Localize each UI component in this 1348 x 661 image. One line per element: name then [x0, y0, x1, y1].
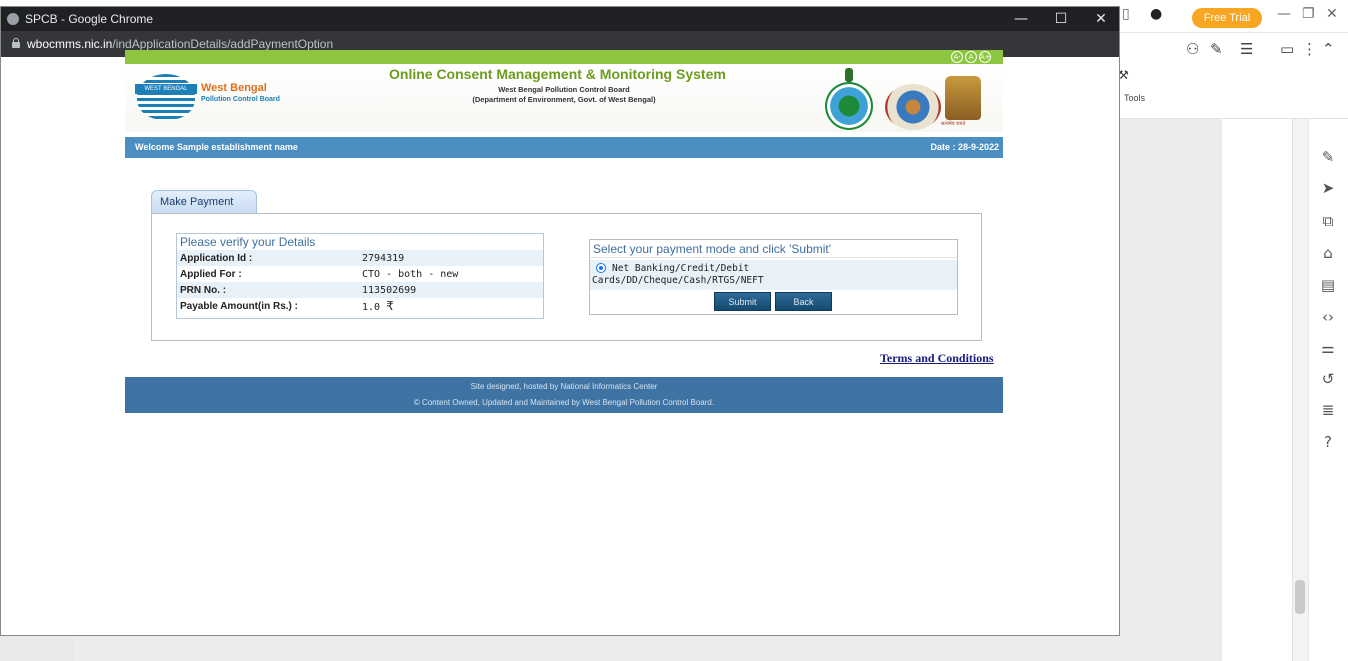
right-tool-sidebar — [1308, 119, 1348, 661]
amount-value: 1.0 — [362, 302, 381, 313]
globe-icon — [137, 74, 195, 120]
biswa-bangla-emblem-icon — [825, 82, 873, 130]
document-margin — [1222, 119, 1292, 661]
table-row: PRN No. : 113502699 — [177, 282, 543, 298]
logo-state: West Bengal — [201, 82, 267, 94]
code-icon[interactable]: ‹› — [1318, 307, 1338, 327]
chrome-favicon-icon — [7, 13, 19, 25]
row-value: 1.0 ₹ — [359, 298, 543, 314]
footer-line-2: © Content Owned, Updated and Maintained … — [413, 398, 715, 407]
payment-panel: Please verify your Details Application I… — [151, 213, 982, 341]
details-table: Application Id : 2794319 Applied For : C… — [177, 250, 543, 314]
header-subtitle-1: West Bengal Pollution Control Board — [498, 85, 630, 94]
emblem-motto: सत्यमेव जयते — [941, 121, 966, 127]
url-text[interactable]: wbocmms.nic.in/indApplicationDetails/add… — [27, 37, 333, 51]
welcome-bar: Welcome Sample establishment name Date :… — [125, 137, 1003, 158]
share-icon[interactable]: ⚇ — [1186, 40, 1199, 58]
minimize-icon[interactable]: — — [1277, 6, 1291, 28]
list-icon[interactable]: ☰ — [1240, 40, 1253, 58]
comment-icon[interactable]: ▭ — [1280, 40, 1294, 58]
lock-icon[interactable] — [12, 38, 20, 48]
submit-button[interactable]: Submit — [714, 292, 771, 311]
chevron-up-icon[interactable]: ⌃ — [1322, 40, 1335, 58]
welcome-message: Welcome Sample establishment name — [135, 142, 298, 152]
row-label: Application Id : — [177, 250, 359, 266]
chrome-titlebar: SPCB - Google Chrome — ☐ ✕ — [1, 7, 1119, 31]
payment-mode-option[interactable]: Net Banking/Credit/Debit Cards/DD/Cheque… — [590, 260, 957, 290]
site-footer: Site designed, hosted by National Inform… — [125, 377, 1003, 413]
logo-banner: WEST BENGAL — [135, 84, 197, 94]
restore-icon[interactable]: ❐ — [1302, 6, 1315, 28]
maximize-button[interactable]: ☐ — [1047, 9, 1075, 29]
pen-icon[interactable]: ✎ — [1318, 147, 1338, 167]
wbpcb-logo[interactable]: WEST BENGAL West Bengal Pollution Contro… — [135, 70, 315, 126]
window-title: SPCB - Google Chrome — [25, 12, 154, 26]
crop-icon[interactable]: ⧉ — [1318, 211, 1338, 231]
details-heading: Please verify your Details — [180, 235, 316, 249]
tab-make-payment[interactable]: Make Payment — [151, 190, 257, 213]
page-icon[interactable]: ▯ — [1122, 6, 1130, 28]
table-row: Payable Amount(in Rs.) : 1.0 ₹ — [177, 298, 543, 314]
footer-line-1: Site designed, hosted by National Inform… — [470, 382, 658, 391]
free-trial-button[interactable]: Free Trial — [1192, 8, 1262, 28]
payment-mode-heading: Select your payment mode and click 'Subm… — [590, 240, 957, 258]
wbpcb-seal-icon — [885, 84, 941, 130]
row-value: CTO - both - new — [362, 268, 459, 280]
font-decrease-button[interactable]: A- — [951, 51, 963, 63]
logo-board: Pollution Control Board — [201, 96, 280, 103]
payment-mode-box: Select your payment mode and click 'Subm… — [589, 239, 958, 315]
minimize-button[interactable]: — — [1007, 9, 1035, 29]
sign-icon[interactable]: ✎ — [1210, 40, 1223, 58]
table-row: Applied For : CTO - both - new — [177, 266, 543, 282]
sliders-icon[interactable]: ⚌ — [1318, 338, 1338, 358]
lock-icon[interactable]: ⌂ — [1318, 243, 1338, 263]
system-title: Online Consent Management & Monitoring S… — [389, 66, 726, 82]
font-size-controls: A- A A+ — [949, 51, 991, 63]
scrollbar-thumb[interactable] — [1295, 580, 1305, 614]
header-subtitle-2: (Department of Environment, Govt. of Wes… — [472, 95, 656, 104]
payment-mode-radio[interactable] — [596, 263, 606, 273]
details-box: Please verify your Details Application I… — [176, 233, 544, 319]
payment-mode-label-1[interactable]: Net Banking/Credit/Debit — [612, 263, 749, 274]
terms-link[interactable]: Terms and Conditions — [880, 351, 994, 366]
table-row: Application Id : 2794319 — [177, 250, 543, 266]
top-strip: A- A A+ — [125, 50, 1003, 64]
current-date: Date : 28-9-2022 — [930, 142, 999, 152]
font-normal-button[interactable]: A — [965, 51, 977, 63]
more-icon[interactable]: ⋮ — [1302, 40, 1317, 58]
layers-icon[interactable]: ≣ — [1318, 400, 1338, 420]
payment-mode-label-2[interactable]: Cards/DD/Cheque/Cash/RTGS/NEFT — [592, 275, 764, 286]
font-increase-button[interactable]: A+ — [979, 51, 991, 63]
site-header: WEST BENGAL West Bengal Pollution Contro… — [125, 64, 1003, 132]
tools-label[interactable]: Tools — [1124, 93, 1145, 103]
history-icon[interactable]: ↺ — [1318, 369, 1338, 389]
close-button[interactable]: ✕ — [1087, 9, 1115, 29]
national-emblem-icon — [945, 76, 981, 120]
row-label: Applied For : — [180, 268, 242, 280]
help-icon[interactable]: ? — [1318, 432, 1338, 452]
stamp-icon[interactable]: ▤ — [1318, 275, 1338, 295]
back-button[interactable]: Back — [775, 292, 832, 311]
avatar[interactable]: ● — [1150, 6, 1162, 28]
row-value: 113502699 — [359, 282, 543, 298]
row-label: PRN No. : — [177, 282, 359, 298]
rupee-icon: ₹ — [386, 299, 394, 313]
cursor-icon[interactable]: ➤ — [1318, 178, 1338, 198]
row-value: 2794319 — [359, 250, 543, 266]
close-icon[interactable]: ✕ — [1326, 6, 1338, 28]
row-label: Payable Amount(in Rs.) : — [180, 300, 298, 312]
emblem-top — [845, 68, 853, 82]
